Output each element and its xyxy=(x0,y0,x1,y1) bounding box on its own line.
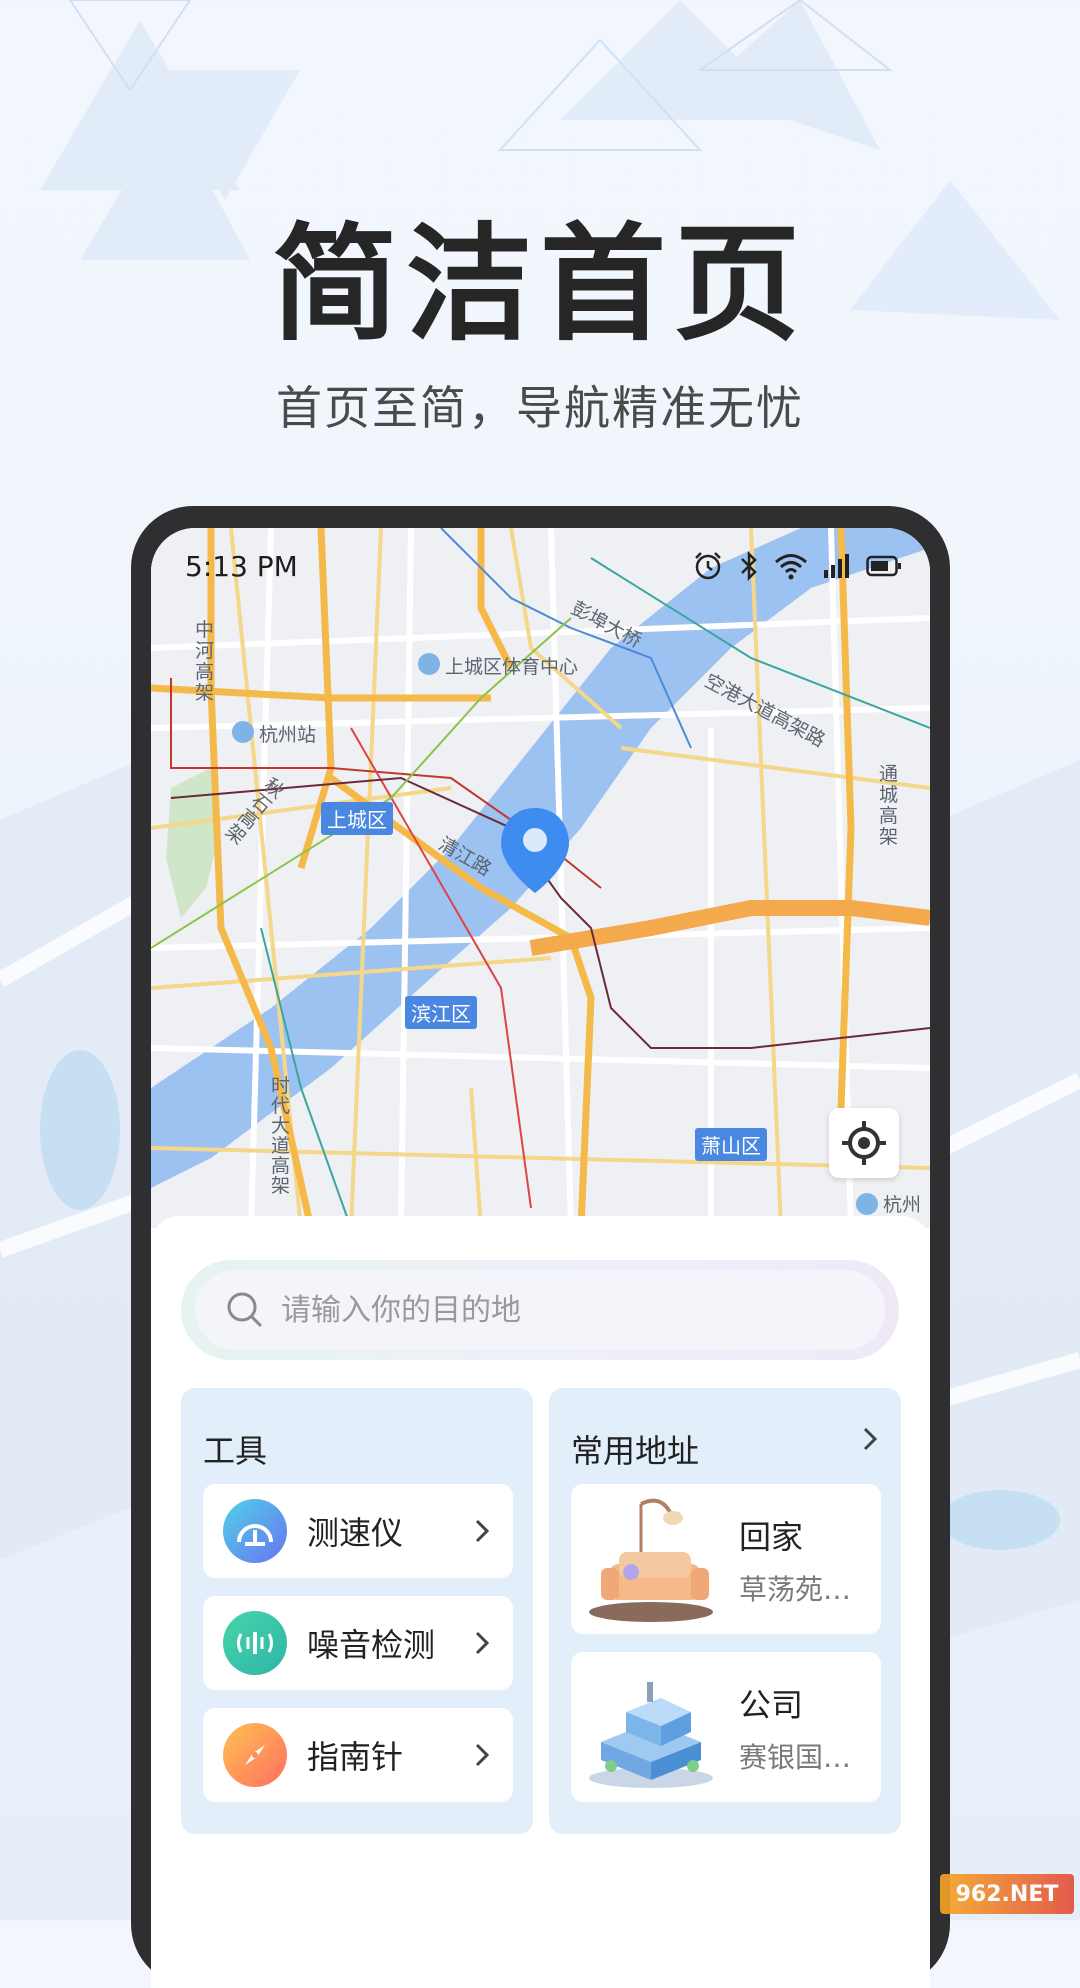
phone-frame: 彭埠大桥 空港大道高架路 上城区体育中心 杭州站 中河高架 秋石高架 通城高架 … xyxy=(131,506,950,1988)
alarm-icon xyxy=(695,552,721,580)
address-detail: 草荡苑… xyxy=(739,1573,852,1606)
noise-icon xyxy=(223,1611,287,1675)
map-label-shidai: 时代大道高架 xyxy=(271,1075,291,1197)
map-label-sports-center: 上城区体育中心 xyxy=(445,656,579,678)
signal-icon xyxy=(824,554,849,578)
office-illustration xyxy=(589,1682,713,1788)
search-input[interactable] xyxy=(279,1291,843,1329)
bluetooth-icon xyxy=(741,550,757,582)
map-label-tongcheng: 通城高架 xyxy=(879,763,899,848)
phone-screen: 彭埠大桥 空港大道高架路 上城区体育中心 杭州站 中河高架 秋石高架 通城高架 … xyxy=(151,528,930,1988)
site-watermark: 962.NET xyxy=(940,1874,1074,1914)
tool-label: 测速仪 xyxy=(307,1514,404,1552)
address-name: 公司 xyxy=(739,1686,804,1724)
home-panel: 工具 测速仪 噪音检测 xyxy=(151,1216,930,1988)
map-view[interactable]: 彭埠大桥 空港大道高架路 上城区体育中心 杭州站 中河高架 秋石高架 通城高架 … xyxy=(151,528,930,1229)
locate-crosshair-icon xyxy=(842,1121,886,1165)
chevron-right-icon xyxy=(475,1631,490,1655)
district-shangcheng: 上城区 xyxy=(321,802,393,835)
tool-label: 噪音检测 xyxy=(307,1626,436,1664)
promo-headline: 简洁首页 xyxy=(272,211,808,358)
promo-subline: 首页至简，导航精准无忧 xyxy=(276,381,804,435)
battery-icon xyxy=(866,555,901,577)
home-illustration xyxy=(589,1498,713,1622)
chevron-right-icon xyxy=(475,1743,490,1767)
tools-card: 工具 测速仪 噪音检测 指南针 xyxy=(181,1388,533,1834)
tool-speedometer[interactable]: 测速仪 xyxy=(203,1484,513,1578)
tool-compass[interactable]: 指南针 xyxy=(203,1708,513,1802)
tool-label: 指南针 xyxy=(307,1738,404,1776)
address-office[interactable]: 公司 赛银国… xyxy=(571,1652,881,1802)
address-detail: 赛银国… xyxy=(739,1741,852,1774)
map-label-station: 杭州站 xyxy=(259,724,317,746)
status-time: 5:13 PM xyxy=(185,550,298,583)
address-home[interactable]: 回家 草荡苑… xyxy=(571,1484,881,1634)
status-bar: 5:13 PM xyxy=(151,528,930,608)
locate-button[interactable] xyxy=(829,1108,899,1178)
district-binjiang: 滨江区 xyxy=(405,996,477,1029)
district-xiaoshan: 萧山区 xyxy=(695,1128,767,1161)
map-label-hang-partial: 杭州 xyxy=(883,1194,922,1216)
addresses-card: 常用地址 回家 草荡苑… 公司 赛银国… xyxy=(549,1388,901,1834)
map-canvas xyxy=(151,528,930,1229)
map-label-zhonghe: 中河高架 xyxy=(195,619,215,704)
address-name: 回家 xyxy=(739,1518,804,1556)
wifi-icon xyxy=(775,554,807,580)
chevron-right-icon[interactable] xyxy=(861,1426,879,1452)
search-icon xyxy=(227,1292,263,1328)
chevron-right-icon xyxy=(475,1519,490,1543)
tool-noise-detect[interactable]: 噪音检测 xyxy=(203,1596,513,1690)
search-bar[interactable] xyxy=(181,1260,899,1360)
tools-title: 工具 xyxy=(203,1432,268,1470)
compass-icon xyxy=(223,1723,287,1787)
addresses-title: 常用地址 xyxy=(571,1432,700,1470)
speedometer-icon xyxy=(223,1499,287,1563)
